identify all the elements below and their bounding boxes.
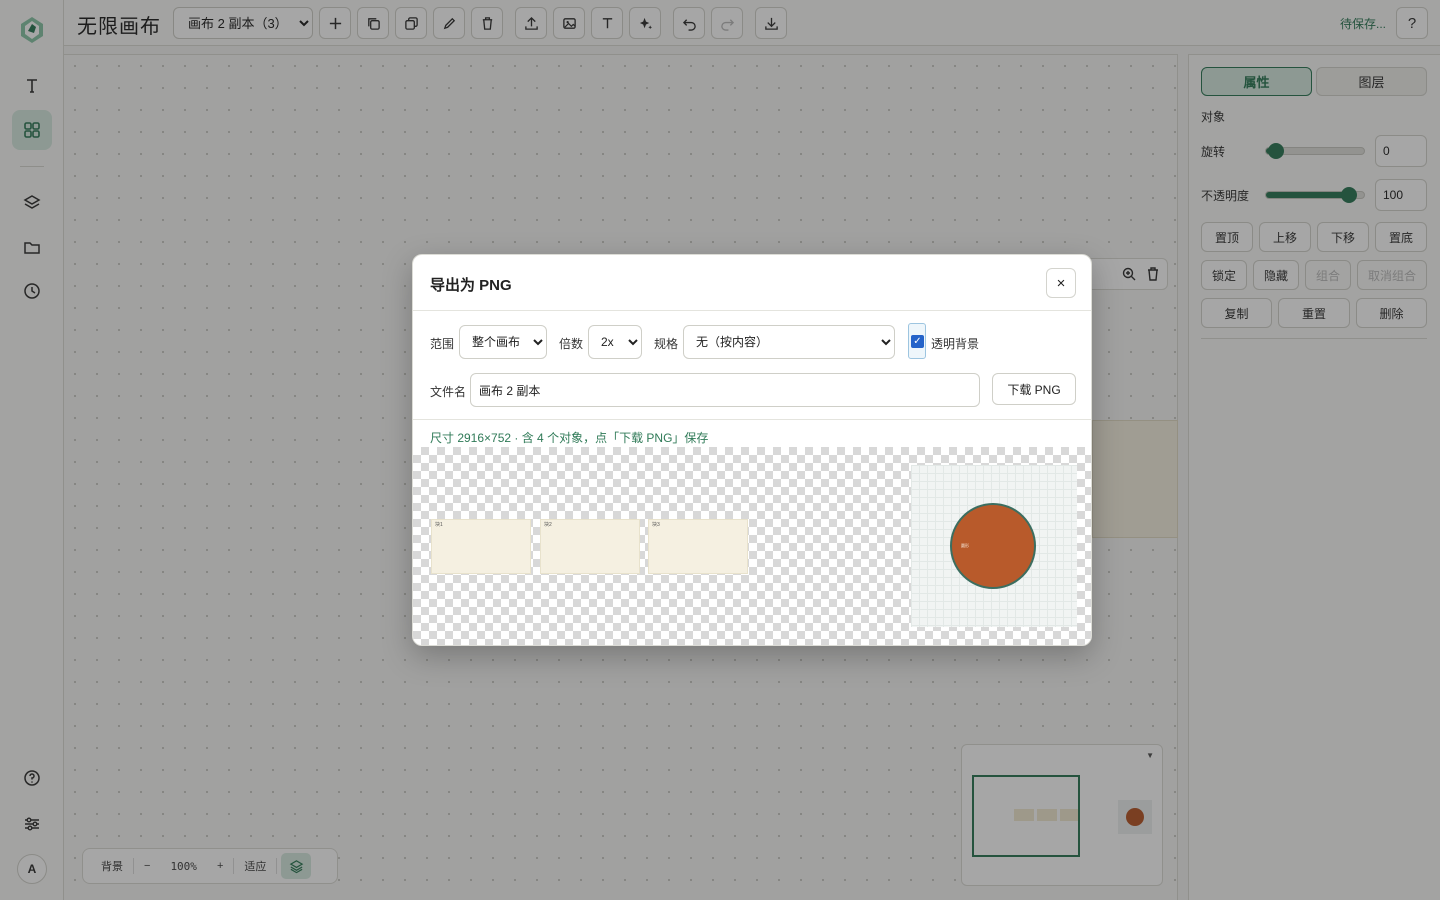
- preview-card-label: 块3: [652, 522, 660, 528]
- dialog-title: 导出为 PNG: [430, 277, 512, 294]
- range-label: 范围: [430, 337, 455, 351]
- download-png-button[interactable]: 下载 PNG: [992, 373, 1076, 405]
- spec-label: 规格: [654, 337, 679, 351]
- preview-card: 块1: [431, 519, 531, 574]
- close-button[interactable]: ×: [1046, 268, 1076, 298]
- scale-select[interactable]: 2x: [588, 325, 642, 359]
- preview-circle: 圆形: [950, 503, 1036, 589]
- preview-card: 块3: [648, 519, 748, 574]
- dialog-divider: [413, 419, 1091, 420]
- export-info: 尺寸 2916×752 · 含 4 个对象，点「下载 PNG」保存: [430, 431, 709, 445]
- dialog-header: 导出为 PNG ×: [413, 255, 1091, 311]
- check-icon: ✓: [911, 335, 924, 348]
- filename-label: 文件名: [430, 385, 467, 399]
- range-select[interactable]: 整个画布: [459, 325, 547, 359]
- export-preview: 块1 块2 块3 圆形: [413, 447, 1091, 645]
- scale-label: 倍数: [559, 337, 584, 351]
- close-icon: ×: [1056, 274, 1066, 292]
- spec-select[interactable]: 无（按内容）: [683, 325, 895, 359]
- preview-card-label: 块1: [435, 522, 443, 528]
- transparent-checkbox[interactable]: ✓: [908, 323, 926, 359]
- preview-card: 块2: [540, 519, 640, 574]
- export-png-dialog: 导出为 PNG × 范围 整个画布 倍数 2x 规格 无（按内容） ✓ 透明背景…: [412, 254, 1092, 646]
- filename-input[interactable]: [470, 373, 980, 407]
- preview-circle-label: 圆形: [961, 543, 969, 548]
- transparent-label[interactable]: 透明背景: [931, 335, 979, 352]
- preview-card-label: 块2: [544, 522, 552, 528]
